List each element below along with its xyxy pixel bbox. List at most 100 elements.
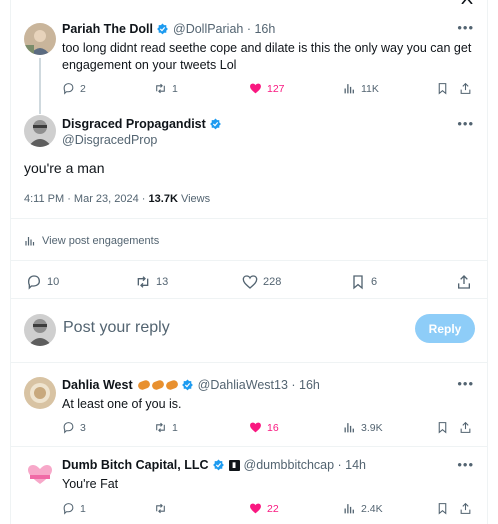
views-count: 11K xyxy=(361,82,379,95)
main-retweet-button[interactable]: 13 xyxy=(135,274,168,290)
author-name[interactable]: Dumb Bitch Capital, LLC xyxy=(62,458,209,472)
share-icon xyxy=(458,275,470,289)
main-share-button[interactable] xyxy=(456,274,477,290)
divider xyxy=(10,446,488,447)
divider xyxy=(10,362,488,363)
bookmark-icon xyxy=(438,83,447,95)
reply-icon xyxy=(63,422,74,434)
post-views-count: 13.7K xyxy=(148,193,178,205)
reply-button[interactable]: 2 xyxy=(62,82,86,95)
like-button[interactable]: 127 xyxy=(249,82,285,95)
author-handle[interactable]: @dumbbitchcap · 14h xyxy=(244,458,366,472)
retweet-button[interactable] xyxy=(154,502,172,515)
more-icon[interactable]: ••• xyxy=(457,457,474,472)
retweet-count: 1 xyxy=(172,421,178,434)
reply-icon xyxy=(63,503,74,515)
affiliate-badge-icon: ▮ xyxy=(228,459,240,471)
heart-icon xyxy=(250,83,261,94)
post-meta: 4:11 PM · Mar 23, 2024 · 13.7K Views xyxy=(24,193,210,205)
bookmark-icon xyxy=(438,503,447,515)
author-name[interactable]: Dahlia West xyxy=(62,378,133,392)
tweet-actions: 2 1 127 11K xyxy=(62,82,477,98)
share-icon xyxy=(460,502,471,514)
share-icon xyxy=(460,421,471,433)
like-button[interactable]: 16 xyxy=(249,421,279,434)
author-row: Dumb Bitch Capital, LLC ▮ @dumbbitchcap … xyxy=(62,458,366,472)
retweet-icon xyxy=(156,83,165,94)
bookmark-button[interactable] xyxy=(436,502,454,515)
view-engagements-link[interactable]: View post engagements xyxy=(24,235,159,247)
retweet-button[interactable]: 1 xyxy=(154,421,178,434)
views-button[interactable]: 3.9K xyxy=(343,421,383,434)
reply-icon xyxy=(27,275,41,290)
divider xyxy=(10,218,488,219)
tweet-actions: 3 1 16 3.9K xyxy=(62,421,477,437)
share-button[interactable] xyxy=(459,502,477,515)
divider xyxy=(10,260,488,261)
views-button[interactable]: 11K xyxy=(343,82,379,95)
reply-count: 1 xyxy=(80,502,86,515)
baguette-emoji-icon xyxy=(150,379,165,391)
main-avatar[interactable] xyxy=(24,115,56,147)
like-count: 16 xyxy=(267,421,279,434)
previous-post-edge xyxy=(10,0,488,6)
more-icon[interactable]: ••• xyxy=(457,116,474,131)
author-name[interactable]: Pariah The Doll xyxy=(62,22,153,36)
more-icon[interactable]: ••• xyxy=(457,376,474,391)
heart-icon xyxy=(242,275,258,289)
bookmark-icon xyxy=(353,275,363,290)
retweet-count: 1 xyxy=(172,82,178,95)
reply-input[interactable]: Post your reply xyxy=(63,319,170,337)
views-count: 2.4K xyxy=(361,502,383,515)
avatar[interactable] xyxy=(24,458,56,490)
avatar[interactable] xyxy=(24,23,56,55)
views-icon xyxy=(344,504,354,514)
retweet-icon xyxy=(156,422,165,433)
close-icon[interactable] xyxy=(460,0,474,4)
reply-icon xyxy=(63,83,74,95)
views-count: 3.9K xyxy=(361,421,383,434)
reply-submit-button[interactable]: Reply xyxy=(415,314,475,343)
reply-button[interactable]: 3 xyxy=(62,421,86,434)
main-reply-count: 10 xyxy=(47,276,60,288)
main-reply-button[interactable]: 10 xyxy=(26,274,59,290)
baguette-emoji-icon xyxy=(164,379,179,391)
share-button[interactable] xyxy=(459,82,477,95)
reply-count: 2 xyxy=(80,82,86,95)
heart-icon xyxy=(250,503,261,514)
like-button[interactable]: 22 xyxy=(249,502,279,515)
engagements-label: View post engagements xyxy=(42,235,160,247)
bookmark-button[interactable] xyxy=(436,82,454,95)
bookmark-button[interactable] xyxy=(436,421,454,434)
views-button[interactable]: 2.4K xyxy=(343,502,383,515)
tweet-actions: 1 22 2.4K xyxy=(62,502,477,518)
verified-badge-icon xyxy=(181,379,193,390)
main-retweet-count: 13 xyxy=(156,276,169,288)
composer-avatar xyxy=(24,314,56,346)
baguette-emoji-icon xyxy=(136,379,151,391)
tweet-text: At least one of you is. xyxy=(62,397,182,411)
main-author-name[interactable]: Disgraced Propagandist xyxy=(62,117,206,131)
main-bookmark-button[interactable]: 6 xyxy=(350,274,377,290)
more-icon[interactable]: ••• xyxy=(457,20,474,35)
share-button[interactable] xyxy=(459,421,477,434)
main-tweet-text: you're a man xyxy=(24,160,105,176)
main-author-row: Disgraced Propagandist xyxy=(62,117,222,131)
tweet-text: You're Fat xyxy=(62,477,119,491)
retweet-button[interactable]: 1 xyxy=(154,82,178,95)
author-handle[interactable]: @DahliaWest13 · 16h xyxy=(198,378,320,392)
verified-badge-icon xyxy=(209,118,221,129)
main-like-button[interactable]: 228 xyxy=(242,274,281,290)
views-icon xyxy=(25,237,35,246)
avatar[interactable] xyxy=(24,377,56,409)
reply-button[interactable]: 1 xyxy=(62,502,86,515)
author-row: Dahlia West @DahliaWest13 · 16h xyxy=(62,378,320,392)
retweet-icon xyxy=(156,503,165,514)
like-count: 127 xyxy=(267,82,285,95)
post-timestamp[interactable]: 4:11 PM · Mar 23, 2024 · xyxy=(24,193,149,205)
reply-count: 3 xyxy=(80,421,86,434)
main-author-handle[interactable]: @DisgracedProp xyxy=(62,133,157,147)
bookmark-icon xyxy=(438,422,447,434)
verified-badge-icon xyxy=(212,459,224,470)
author-handle[interactable]: @DollPariah · 16h xyxy=(173,22,275,36)
